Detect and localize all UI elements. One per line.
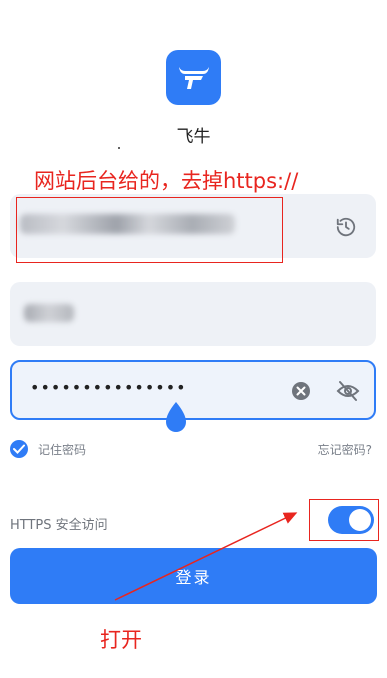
app-name: 飞牛 xyxy=(176,127,211,147)
eye-off-icon[interactable] xyxy=(335,379,361,403)
history-icon[interactable] xyxy=(333,214,359,240)
cursor-handle-icon[interactable] xyxy=(162,400,190,436)
forgot-password-link[interactable]: 忘记密码? xyxy=(318,441,372,458)
bull-logo-icon xyxy=(178,66,209,89)
annotation-highlight-server xyxy=(16,197,283,263)
clear-icon[interactable] xyxy=(290,380,312,402)
annotation-bottom-note: 打开 xyxy=(100,628,142,652)
remember-password-label[interactable]: 记住密码 xyxy=(38,441,86,458)
username-blurred-value xyxy=(24,304,74,322)
stray-dot xyxy=(118,147,120,149)
password-masked-value: ••••••••••••••• xyxy=(30,378,187,397)
annotation-highlight-toggle xyxy=(309,499,379,541)
annotation-top-note: 网站后台给的，去掉https:// xyxy=(34,169,299,193)
remember-password-checkbox[interactable] xyxy=(10,440,28,458)
https-label: HTTPS 安全访问 xyxy=(10,518,108,533)
login-button[interactable]: 登录 xyxy=(10,548,377,604)
app-logo xyxy=(166,50,221,105)
